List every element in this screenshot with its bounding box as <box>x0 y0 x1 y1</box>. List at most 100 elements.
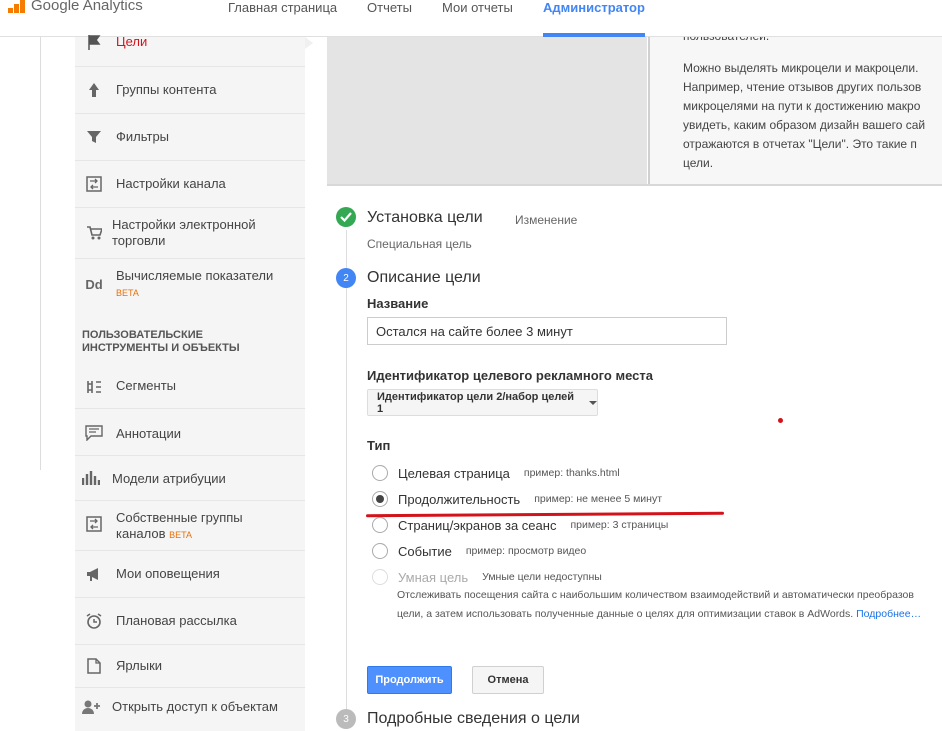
step2-title: Описание цели <box>367 269 481 286</box>
sidebar-item-calculated-metrics[interactable]: Dd Вычисляемые показатели BETA <box>75 259 305 311</box>
google-analytics-logo[interactable]: Google Analytics <box>8 0 143 14</box>
type-option-event[interactable]: Событие пример: просмотр видео <box>372 542 586 560</box>
sidebar-item-filters[interactable]: Фильтры <box>75 114 305 161</box>
type-option-pages-per-session[interactable]: Страниц/экранов за сеанс пример: 3 стран… <box>372 516 668 534</box>
sidebar-item-label: Цели <box>116 34 148 49</box>
step-complete-check-icon <box>336 207 356 227</box>
type-option-hint: пример: thanks.html <box>523 467 620 479</box>
sidebar-item-label-line2: торговли <box>112 233 166 248</box>
radio-button-checked[interactable] <box>372 491 388 507</box>
sidebar-item-annotations[interactable]: Аннотации <box>75 409 305 456</box>
sidebar-item-label-line1: Настройки электронной <box>112 217 256 232</box>
help-line: увидеть, каким образом дизайн вашего сай <box>683 118 926 132</box>
filter-icon <box>83 126 105 148</box>
beta-badge: BETA <box>116 288 139 298</box>
sidebar-item-goals[interactable]: Цели <box>75 34 305 67</box>
sidebar-item-label: Вычисляемые показатели BETA <box>116 268 273 301</box>
content-grouping-icon <box>83 79 105 101</box>
sidebar-item-label: Аннотации <box>116 426 181 441</box>
help-line: Можно выделять микроцели и макроцели. <box>683 61 919 75</box>
sidebar-item-label: Мои оповещения <box>116 566 220 581</box>
cancel-button[interactable]: Отмена <box>472 666 544 694</box>
sidebar-item-share-assets[interactable]: Открыть доступ к объектам <box>75 688 305 731</box>
share-user-icon <box>80 696 102 718</box>
sidebar-item-label: Ярлыки <box>116 658 163 673</box>
logo-text: Google Analytics <box>31 0 143 14</box>
goal-preview-image <box>327 37 647 185</box>
annotation-icon <box>83 422 105 444</box>
sidebar-item-segments[interactable]: Сегменты <box>75 363 305 409</box>
step1-title: Установка цели <box>367 209 483 226</box>
smart-desc-line2: цели, а затем использовать полученные да… <box>397 608 854 620</box>
sidebar-item-label: Настройки канала <box>116 176 226 191</box>
radio-button[interactable] <box>372 465 388 481</box>
step2-number: 2 <box>336 268 356 288</box>
help-line: Например, чтение отзывов других пользов <box>683 80 922 94</box>
sidebar-item-label: Плановая рассылка <box>116 613 237 628</box>
megaphone-icon <box>83 563 105 585</box>
shortcut-icon <box>83 655 105 677</box>
goal-slot-value: Идентификатор цели 2/набор целей 1 <box>377 390 575 415</box>
help-line: отражаются в отчетах "Цели". Это такие п <box>683 137 917 151</box>
help-line: цели. <box>683 156 714 170</box>
sidebar-item-custom-channel-groups[interactable]: Собственные группы каналов BETA <box>75 501 305 551</box>
type-option-destination[interactable]: Целевая страница пример: thanks.html <box>372 464 620 482</box>
goal-name-input[interactable] <box>367 317 727 345</box>
sidebar-item-label: Модели атрибуции <box>112 471 226 486</box>
nav-my-reports[interactable]: Мои отчеты <box>442 0 513 15</box>
step1-edit-link[interactable]: Изменение <box>515 213 577 227</box>
channel-settings-icon <box>83 173 105 195</box>
type-option-smart-goal: Умная цель Умные цели недоступны <box>372 568 602 586</box>
type-option-duration[interactable]: Продолжительность пример: не менее 5 мин… <box>372 490 662 508</box>
help-panel: пользователей. Можно выделять микроцели … <box>648 37 942 185</box>
sidebar-item-scheduled-emails[interactable]: Плановая рассылка <box>75 598 305 645</box>
goal-slot-label: Идентификатор целевого рекламного места <box>367 368 653 383</box>
sidebar-item-label: Открыть доступ к объектам <box>112 699 278 714</box>
sidebar-item-label-line2: каналов <box>116 526 166 541</box>
type-option-hint: Умные цели недоступны <box>482 571 602 583</box>
type-option-label: Продолжительность <box>398 491 521 507</box>
smart-desc-line1: Отслеживать посещения сайта с наибольшим… <box>397 589 914 601</box>
type-option-hint: пример: 3 страницы <box>570 519 669 531</box>
sidebar-notch-icon <box>305 37 313 49</box>
help-line: пользователей. <box>683 37 769 46</box>
analytics-logo-icon <box>8 0 25 13</box>
type-option-hint: пример: не менее 5 минут <box>534 493 663 505</box>
sidebar-item-label-line1: Собственные группы <box>116 510 243 525</box>
type-option-label: Страниц/экранов за сеанс <box>398 517 557 533</box>
sidebar-item-label: Собственные группы каналов BETA <box>116 510 243 543</box>
radio-button[interactable] <box>372 543 388 559</box>
learn-more-link[interactable]: Подробнее… <box>856 608 921 620</box>
radio-button[interactable] <box>372 517 388 533</box>
chevron-down-icon <box>589 400 597 405</box>
sidebar-item-label: Фильтры <box>116 129 170 144</box>
sidebar-item-ecommerce[interactable]: Настройки электронной торговли <box>75 208 305 259</box>
step1-subtitle: Специальная цель <box>367 237 472 251</box>
goal-type-label: Тип <box>367 438 391 453</box>
type-option-label: Целевая страница <box>398 465 510 481</box>
top-bar: Google Analytics Главная страница Отчеты… <box>0 0 942 37</box>
flag-icon <box>83 31 105 53</box>
step3-title: Подробные сведения о цели <box>367 710 580 727</box>
sidebar-item-channel-settings[interactable]: Настройки канала <box>75 161 305 208</box>
goal-name-label: Название <box>367 296 429 311</box>
annotation-dot <box>778 418 783 423</box>
cart-icon <box>83 222 105 244</box>
heading-line1: ПОЛЬЗОВАТЕЛЬСКИЕ <box>82 329 203 341</box>
nav-home[interactable]: Главная страница <box>228 0 337 15</box>
nav-admin[interactable]: Администратор <box>543 0 645 15</box>
step3-number: 3 <box>336 709 356 729</box>
type-option-label: Умная цель <box>398 569 469 585</box>
type-option-hint: пример: просмотр видео <box>465 545 587 557</box>
sidebar-item-my-alerts[interactable]: Мои оповещения <box>75 551 305 598</box>
sidebar-item-content-grouping[interactable]: Группы контента <box>75 67 305 114</box>
nav-reports[interactable]: Отчеты <box>367 0 412 15</box>
sidebar-item-attribution-models[interactable]: Модели атрибуции <box>75 456 305 501</box>
attribution-icon <box>80 467 102 489</box>
panel-divider <box>327 184 942 186</box>
heading-line2: ИНСТРУМЕНТЫ И ОБЪЕКТЫ <box>82 342 240 354</box>
continue-button[interactable]: Продолжить <box>367 666 452 694</box>
goal-slot-dropdown[interactable]: Идентификатор цели 2/набор целей 1 <box>367 389 598 416</box>
sidebar-item-shortcuts[interactable]: Ярлыки <box>75 645 305 688</box>
left-divider <box>40 37 41 470</box>
